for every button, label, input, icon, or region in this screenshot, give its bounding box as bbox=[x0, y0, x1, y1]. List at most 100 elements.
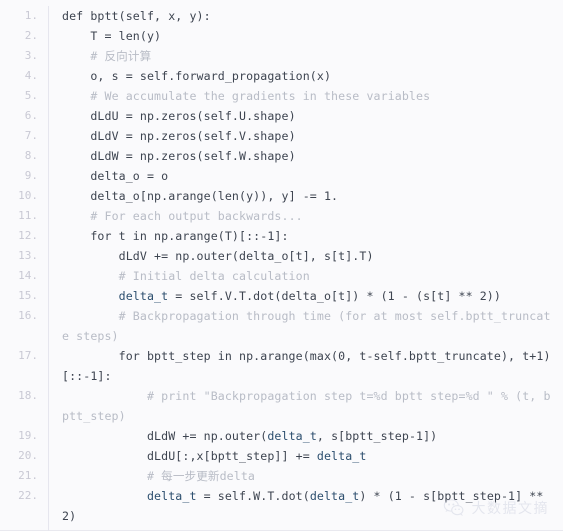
code-segment-plain: delta_o[np.arange(len(y)), y] -= 1. bbox=[90, 189, 339, 203]
code-text[interactable]: for t in np.arange(T)[::-1]: bbox=[49, 226, 563, 246]
line-number: 10. bbox=[18, 189, 38, 202]
code-text[interactable]: delta_o[np.arange(len(y)), y] -= 1. bbox=[49, 186, 563, 206]
code-segment-plain: def bptt(self, x, y): bbox=[62, 9, 211, 23]
code-text[interactable]: delta_t = self.W.T.dot(delta_t) * (1 - s… bbox=[49, 486, 563, 526]
code-text[interactable]: # 每一步更新delta bbox=[49, 466, 563, 486]
code-text[interactable]: return [dLdU, dLdV, dLdW] bbox=[49, 526, 563, 531]
code-segment-var: delta_t bbox=[316, 449, 367, 463]
code-segment-plain: dLdW = np.zeros(self.W.shape) bbox=[90, 149, 296, 163]
line-number: 5. bbox=[24, 89, 38, 102]
code-text[interactable]: dLdW = np.zeros(self.W.shape) bbox=[49, 146, 563, 166]
code-text[interactable]: o, s = self.forward_propagation(x) bbox=[49, 66, 563, 86]
line-number: 6. bbox=[24, 109, 38, 122]
code-line: 12. for t in np.arange(T)[::-1]: bbox=[0, 226, 563, 246]
code-line: 23. return [dLdU, dLdV, dLdW] bbox=[0, 526, 563, 531]
code-line: 14. # Initial delta calculation bbox=[0, 266, 563, 286]
line-number: 8. bbox=[24, 149, 38, 162]
line-number: 21. bbox=[18, 469, 38, 482]
code-segment-plain: for t in np.arange(T)[::-1]: bbox=[90, 229, 289, 243]
code-text[interactable]: # 反向计算 bbox=[49, 46, 563, 66]
line-number: 17. bbox=[18, 349, 38, 362]
code-segment-cmt: # 每一步更新delta bbox=[146, 469, 255, 483]
code-text[interactable]: # Backpropagation through time (for at m… bbox=[49, 306, 563, 346]
code-segment-cmt: # Backpropagation through time (for at m… bbox=[62, 309, 551, 343]
code-line: 7. dLdV = np.zeros(self.V.shape) bbox=[0, 126, 563, 146]
code-block: 1. def bptt(self, x, y): 2. T = len(y) 3. #… bbox=[0, 0, 563, 531]
code-segment-cmt: # For each output backwards... bbox=[90, 209, 303, 223]
code-text[interactable]: dLdV += np.outer(delta_o[t], s[t].T) bbox=[49, 246, 563, 266]
code-text[interactable]: dLdU[:,x[bptt_step]] += delta_t bbox=[49, 446, 563, 466]
code-segment-var: delta_t bbox=[309, 489, 360, 503]
code-segment-plain: = self.W.T.dot( bbox=[196, 489, 310, 503]
line-number: 23. bbox=[0, 526, 48, 531]
code-line: 17. for bptt_step in np.arange(max(0, t-… bbox=[0, 346, 563, 386]
code-line: 6. dLdU = np.zeros(self.U.shape) bbox=[0, 106, 563, 126]
code-line: 22. delta_t = self.W.T.dot(delta_t) * (1… bbox=[0, 486, 563, 526]
code-line: 15. delta_t = self.V.T.dot(delta_o[t]) *… bbox=[0, 286, 563, 306]
line-number: 4. bbox=[24, 69, 38, 82]
code-line: 10. delta_o[np.arange(len(y)), y] -= 1. bbox=[0, 186, 563, 206]
line-number: 7. bbox=[24, 129, 38, 142]
code-segment-plain: delta_o = o bbox=[90, 169, 169, 183]
line-number: 20. bbox=[18, 449, 38, 462]
code-segment-plain: T = len(y) bbox=[90, 29, 162, 43]
code-text[interactable]: for bptt_step in np.arange(max(0, t-self… bbox=[49, 346, 563, 386]
code-segment-plain: dLdV += np.outer(delta_o[t], s[t].T) bbox=[118, 249, 374, 263]
line-number: 13. bbox=[18, 249, 38, 262]
code-line: 11. # For each output backwards... bbox=[0, 206, 563, 226]
code-text[interactable]: # print "Backpropagation step t=%d bptt … bbox=[49, 386, 563, 426]
line-number: 9. bbox=[24, 169, 38, 182]
code-line: 5. # We accumulate the gradients in thes… bbox=[0, 86, 563, 106]
code-segment-var: delta_t bbox=[146, 489, 197, 503]
line-number: 19. bbox=[18, 429, 38, 442]
code-text[interactable]: delta_o = o bbox=[49, 166, 563, 186]
line-number: 16. bbox=[18, 309, 38, 322]
code-segment-plain: o, s = self.forward_propagation(x) bbox=[90, 69, 332, 83]
code-segment-var: delta_t bbox=[267, 429, 317, 443]
code-text[interactable]: # We accumulate the gradients in these v… bbox=[49, 86, 563, 106]
code-text[interactable]: T = len(y) bbox=[49, 26, 563, 46]
code-text[interactable]: delta_t = self.V.T.dot(delta_o[t]) * (1 … bbox=[49, 286, 563, 306]
code-text[interactable]: dLdW += np.outer(delta_t, s[bptt_step-1]… bbox=[49, 426, 563, 446]
line-number: 3. bbox=[24, 49, 38, 62]
code-segment-plain: = self.V.T.dot(delta_o[t]) * (1 - (s[t] … bbox=[168, 289, 501, 303]
code-text[interactable]: dLdV = np.zeros(self.V.shape) bbox=[49, 126, 563, 146]
code-text[interactable]: # For each output backwards... bbox=[49, 206, 563, 226]
code-line: 2. T = len(y) bbox=[0, 26, 563, 46]
code-segment-cmt: # 反向计算 bbox=[90, 49, 152, 63]
code-segment-plain: dLdW += np.outer( bbox=[146, 429, 268, 443]
code-segment-cmt: # Initial delta calculation bbox=[118, 269, 310, 283]
code-text[interactable]: # Initial delta calculation bbox=[49, 266, 563, 286]
code-line: 13. dLdV += np.outer(delta_o[t], s[t].T) bbox=[0, 246, 563, 266]
line-number: 12. bbox=[18, 229, 38, 242]
line-number: 1. bbox=[24, 9, 38, 22]
line-number: 22. bbox=[18, 489, 38, 502]
line-number: 15. bbox=[18, 289, 38, 302]
code-segment-var: delta_t bbox=[118, 289, 169, 303]
code-line: 8. dLdW = np.zeros(self.W.shape) bbox=[0, 146, 563, 166]
code-line: 18. # print "Backpropagation step t=%d b… bbox=[0, 386, 563, 426]
code-text[interactable]: dLdU = np.zeros(self.U.shape) bbox=[49, 106, 563, 126]
code-line: 16. # Backpropagation through time (for … bbox=[0, 306, 563, 346]
code-text[interactable]: def bptt(self, x, y): bbox=[49, 6, 563, 26]
code-line: 3. # 反向计算 bbox=[0, 46, 563, 66]
code-segment-plain: dLdU = np.zeros(self.U.shape) bbox=[90, 109, 296, 123]
code-segment-plain: dLdV = np.zeros(self.V.shape) bbox=[90, 129, 296, 143]
